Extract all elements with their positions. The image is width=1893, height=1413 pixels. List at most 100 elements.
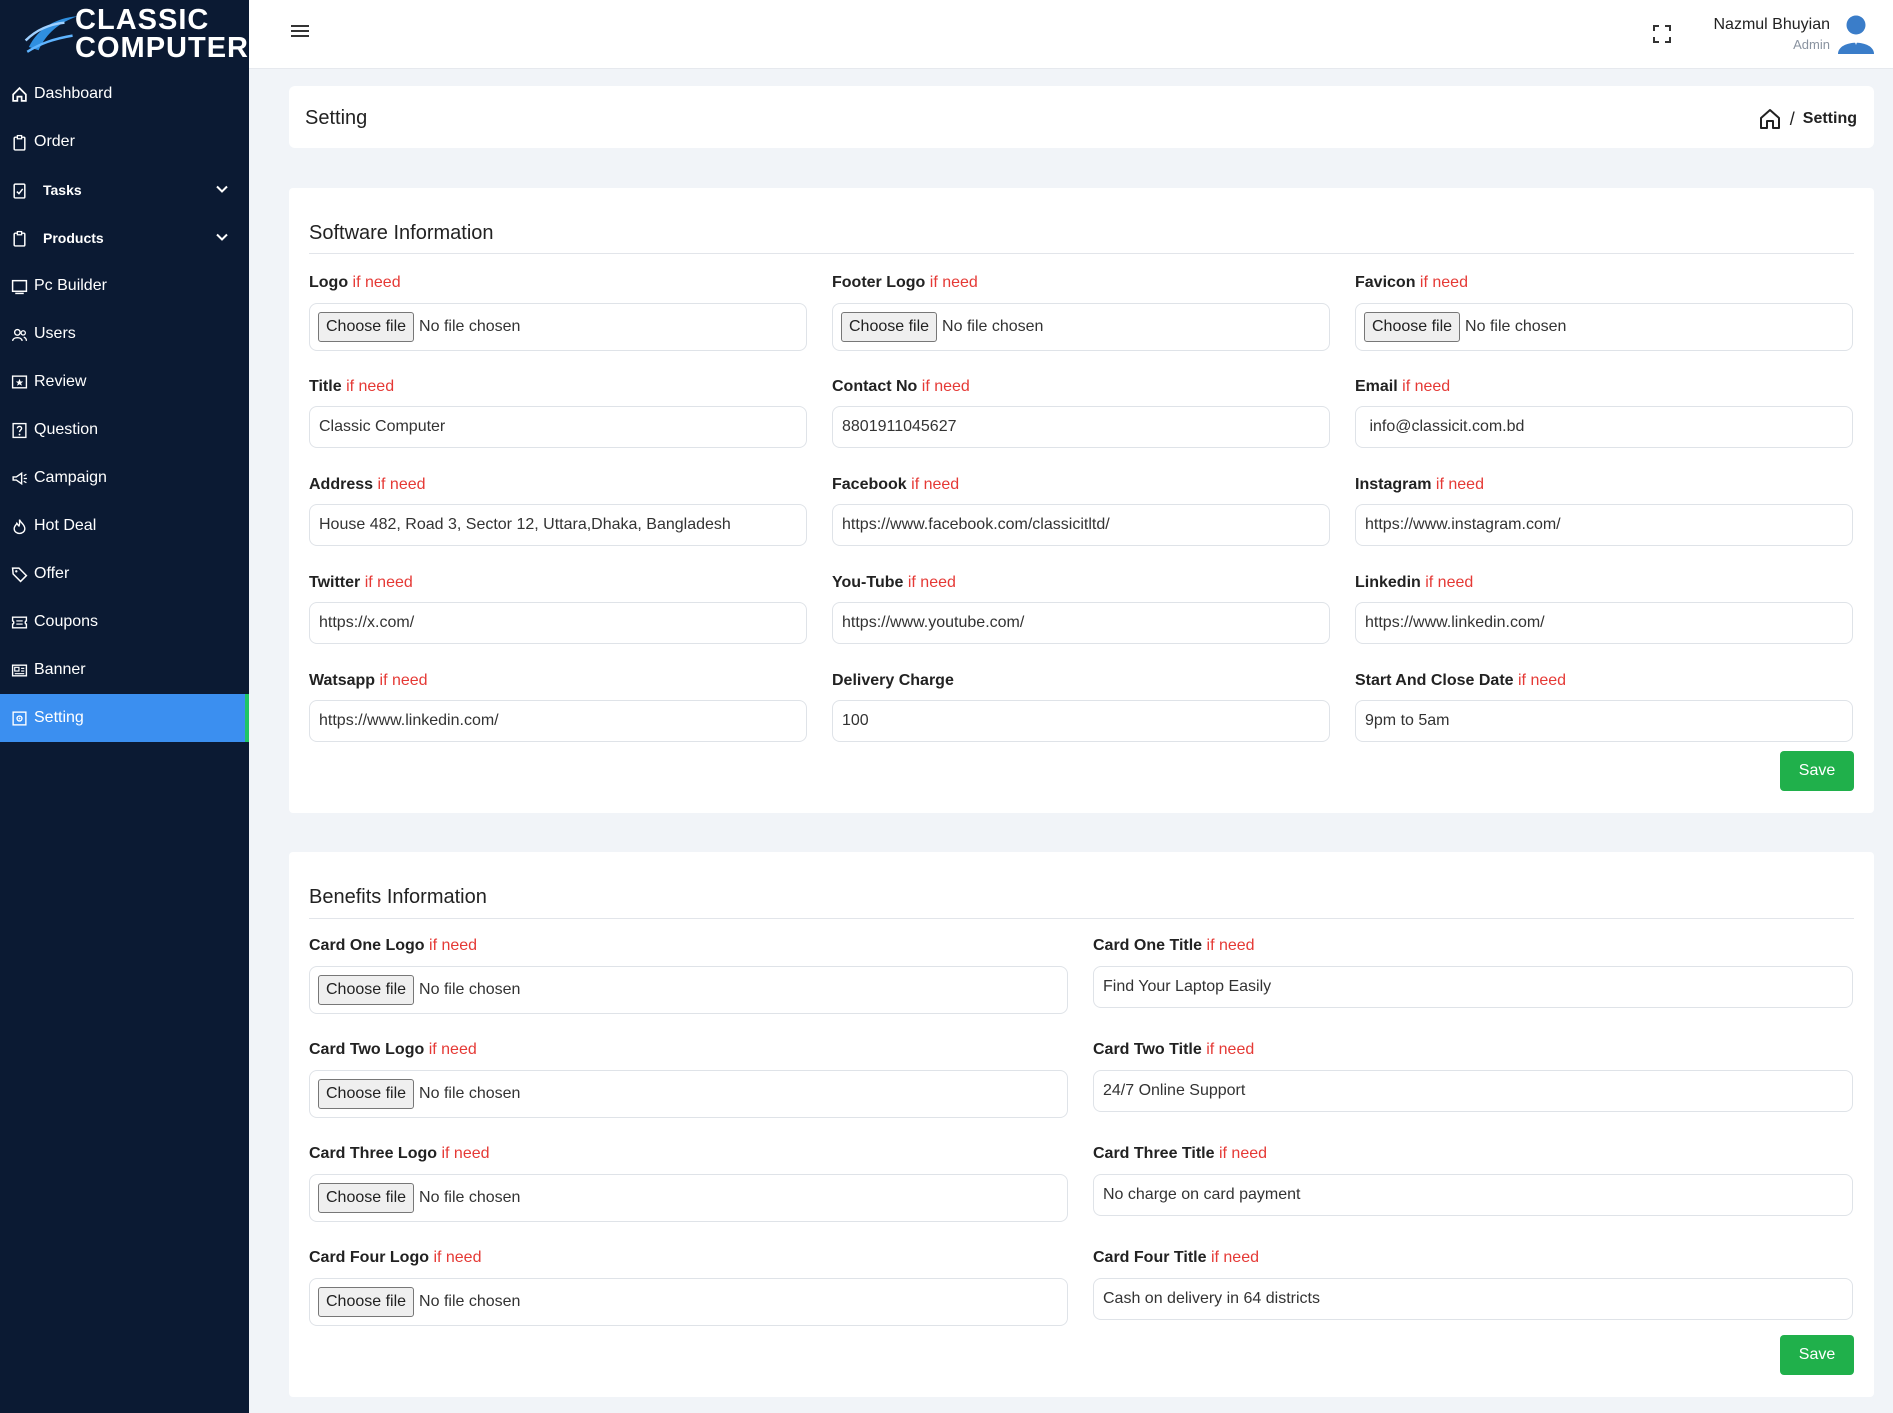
if-need-hint: if need xyxy=(352,274,401,291)
choose-file-button[interactable]: Choose file xyxy=(318,975,415,1005)
choose-file-button[interactable]: Choose file xyxy=(841,312,938,342)
sidebar-item-label: Order xyxy=(34,133,75,150)
megaphone-icon xyxy=(9,468,29,488)
field-label: Card Three Title xyxy=(1093,1145,1215,1162)
card-one-logo-file-input[interactable]: Choose file No file chosen xyxy=(309,966,1068,1014)
question-icon xyxy=(9,420,29,440)
linkedin-input[interactable] xyxy=(1355,602,1853,644)
address-field: Address if need xyxy=(309,476,807,546)
box-icon xyxy=(9,228,29,248)
sidebar-item-label: Tasks xyxy=(43,182,82,198)
sidebar-item-banner[interactable]: Banner xyxy=(0,646,249,694)
sidebar-item-offer[interactable]: Offer xyxy=(0,550,249,598)
footer-logo-field: Footer Logo if need Choose file No file … xyxy=(832,274,1330,351)
users-icon xyxy=(9,324,29,344)
card-three-logo-file-input[interactable]: Choose file No file chosen xyxy=(309,1174,1068,1222)
sidebar-item-campaign[interactable]: Campaign xyxy=(0,454,249,502)
address-input[interactable] xyxy=(309,504,807,546)
sidebar-item-setting[interactable]: Setting xyxy=(0,694,249,742)
contact-field: Contact No if need xyxy=(832,378,1330,448)
field-label: Watsapp xyxy=(309,672,376,689)
save-benefits-button[interactable]: Save xyxy=(1780,1335,1854,1375)
file-status: No file chosen xyxy=(419,318,521,335)
email-input[interactable] xyxy=(1355,406,1853,448)
gear-icon xyxy=(9,708,29,728)
brand-logo[interactable]: CLASSIC COMPUTER xyxy=(0,0,249,68)
card-four-title-input[interactable] xyxy=(1093,1278,1853,1320)
sidebar-item-dashboard[interactable]: Dashboard xyxy=(0,70,249,118)
card-two-title-field: Card Two Title if need xyxy=(1093,1041,1853,1112)
if-need-hint: if need xyxy=(346,378,395,395)
facebook-field: Facebook if need xyxy=(832,476,1330,546)
logo-file-input[interactable]: Choose file No file chosen xyxy=(309,303,807,351)
youtube-input[interactable] xyxy=(832,602,1330,644)
choose-file-button[interactable]: Choose file xyxy=(318,1079,415,1109)
save-software-button[interactable]: Save xyxy=(1780,751,1854,791)
choose-file-button[interactable]: Choose file xyxy=(1364,312,1461,342)
if-need-hint: if need xyxy=(1402,378,1451,395)
sidebar-item-pc-builder[interactable]: Pc Builder xyxy=(0,262,249,310)
sidebar-item-label: Setting xyxy=(34,709,84,726)
favicon-file-input[interactable]: Choose file No file chosen xyxy=(1355,303,1853,351)
fullscreen-icon[interactable] xyxy=(1652,24,1672,44)
sidebar-item-coupons[interactable]: Coupons xyxy=(0,598,249,646)
sidebar-item-review[interactable]: Review xyxy=(0,358,249,406)
linkedin-field: Linkedin if need xyxy=(1355,574,1853,644)
user-name[interactable]: Nazmul Bhuyian xyxy=(1714,16,1831,34)
sidebar-item-tasks[interactable]: Tasks xyxy=(0,166,249,214)
field-label: Linkedin xyxy=(1355,574,1421,591)
card-two-title-input[interactable] xyxy=(1093,1070,1853,1112)
if-need-hint: if need xyxy=(428,1041,477,1058)
menu-icon[interactable] xyxy=(291,25,311,41)
field-label: Card Four Logo xyxy=(309,1249,429,1266)
choose-file-button[interactable]: Choose file xyxy=(318,1287,415,1317)
field-label: Facebook xyxy=(832,476,907,493)
open-hours-input[interactable] xyxy=(1355,700,1853,742)
title-input[interactable] xyxy=(309,406,807,448)
monitor-icon xyxy=(9,276,29,296)
card-three-title-input[interactable] xyxy=(1093,1174,1853,1216)
chevron-down-icon[interactable] xyxy=(215,230,229,244)
card-three-title-field: Card Three Title if need xyxy=(1093,1145,1853,1216)
card-one-title-input[interactable] xyxy=(1093,966,1853,1008)
sidebar-item-products[interactable]: Products xyxy=(0,214,249,262)
delivery-charge-input[interactable] xyxy=(832,700,1330,742)
instagram-input[interactable] xyxy=(1355,504,1853,546)
field-label: Card One Logo xyxy=(309,937,425,954)
facebook-input[interactable] xyxy=(832,504,1330,546)
if-need-hint: if need xyxy=(1425,574,1474,591)
home-icon[interactable] xyxy=(1758,107,1782,131)
choose-file-button[interactable]: Choose file xyxy=(318,312,415,342)
sidebar-item-label: Campaign xyxy=(34,469,107,486)
twitter-input[interactable] xyxy=(309,602,807,644)
contact-input[interactable] xyxy=(832,406,1330,448)
sidebar-item-order[interactable]: Order xyxy=(0,118,249,166)
field-label: Favicon xyxy=(1355,274,1416,291)
card-four-logo-field: Card Four Logo if need Choose file No fi… xyxy=(309,1249,1068,1326)
card-one-logo-field: Card One Logo if need Choose file No fil… xyxy=(309,937,1068,1014)
choose-file-button[interactable]: Choose file xyxy=(318,1183,415,1213)
card-four-title-field: Card Four Title if need xyxy=(1093,1249,1853,1320)
favicon-field: Favicon if need Choose file No file chos… xyxy=(1355,274,1853,351)
card-four-logo-file-input[interactable]: Choose file No file chosen xyxy=(309,1278,1068,1326)
sidebar-item-label: Dashboard xyxy=(34,85,113,102)
brand-line-1: CLASSIC xyxy=(75,4,210,36)
if-need-hint: if need xyxy=(1206,937,1255,954)
sidebar-item-hot-deal[interactable]: Hot Deal xyxy=(0,502,249,550)
sidebar-item-question[interactable]: Question xyxy=(0,406,249,454)
card-two-logo-file-input[interactable]: Choose file No file chosen xyxy=(309,1070,1068,1118)
field-label: Delivery Charge xyxy=(832,672,954,689)
if-need-hint: if need xyxy=(1518,672,1567,689)
footer-logo-file-input[interactable]: Choose file No file chosen xyxy=(832,303,1330,351)
logo-field: Logo if need Choose file No file chosen xyxy=(309,274,807,351)
watsapp-input[interactable] xyxy=(309,700,807,742)
avatar-icon[interactable] xyxy=(1836,12,1876,54)
sidebar-item-label: Pc Builder xyxy=(34,277,107,294)
field-label: You-Tube xyxy=(832,574,904,591)
watsapp-field: Watsapp if need xyxy=(309,672,807,742)
chevron-down-icon[interactable] xyxy=(215,182,229,196)
sidebar-item-label: Products xyxy=(43,230,104,246)
card-two-logo-field: Card Two Logo if need Choose file No fil… xyxy=(309,1041,1068,1118)
sidebar-item-users[interactable]: Users xyxy=(0,310,249,358)
if-need-hint: if need xyxy=(929,274,978,291)
